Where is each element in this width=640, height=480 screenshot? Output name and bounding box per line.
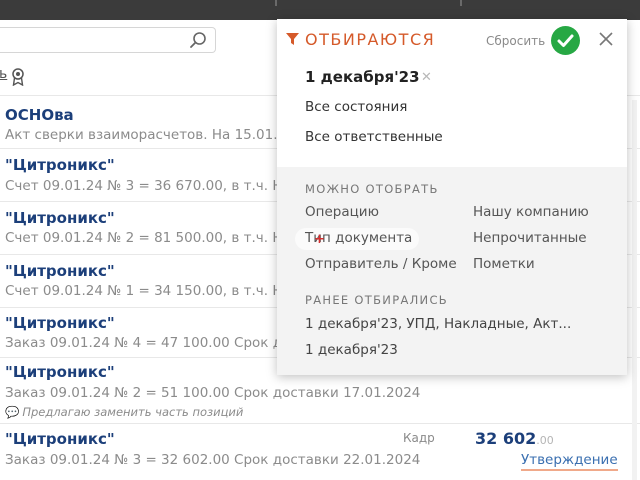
responsible-filter-option[interactable]: Все ответственные	[305, 129, 443, 145]
filter-icon	[286, 33, 299, 45]
document-comment: 💬 Предлагаю заменить часть позиций	[5, 405, 243, 419]
filter-link-marks[interactable]: Пометки	[473, 256, 535, 272]
remove-date-icon[interactable]: ✕	[421, 70, 432, 85]
filter-panel-title: ОТБИРАЮТСЯ	[305, 30, 436, 49]
can-filter-heading: МОЖНО ОТОБРАТЬ	[305, 182, 439, 196]
document-title: "Цитроникс"	[5, 430, 115, 448]
document-description: Акт сверки взаиморасчетов. На 15.01.20	[5, 127, 295, 143]
comment-text: Предлагаю заменить часть позиций	[22, 405, 244, 419]
status-badge[interactable]: Утверждение	[521, 452, 618, 471]
document-title: "Цитроникс"	[5, 209, 115, 227]
document-description: Счет 09.01.24 № 3 = 36 670.00, в т.ч. НД…	[5, 178, 303, 194]
state-filter-option[interactable]: Все состояния	[305, 99, 407, 115]
filter-link-operation[interactable]: Операцию	[305, 204, 379, 220]
comment-icon: 💬	[5, 405, 20, 419]
amount-cents: .00	[536, 434, 554, 447]
top-bar-divider	[275, 0, 277, 6]
document-title: "Цитроникс"	[5, 262, 115, 280]
filter-panel: ОТБИРАЮТСЯ Сбросить 1 декабря'23 ✕ Все с…	[277, 19, 627, 375]
filter-link-our-company[interactable]: Нашу компанию	[473, 204, 589, 220]
document-description: Заказ 09.01.24 № 2 = 51 100.00 Срок дост…	[5, 385, 421, 401]
reset-button[interactable]: Сбросить	[486, 34, 545, 48]
close-icon[interactable]	[599, 32, 613, 46]
document-description: Заказ 09.01.24 № 4 = 47 100.00 Срок дост…	[5, 335, 322, 351]
checkmark-icon	[557, 34, 574, 47]
medal-icon[interactable]	[11, 68, 25, 86]
mouse-cursor-icon: +	[314, 232, 325, 247]
document-amount: 32 602.00	[475, 429, 554, 448]
history-heading: РАНЕЕ ОТБИРАЛИСЬ	[305, 293, 448, 307]
ruble-filter-icon[interactable]: ь	[0, 66, 7, 82]
apply-button[interactable]	[551, 26, 580, 55]
document-description: Счет 09.01.24 № 2 = 81 500.00, в т.ч. НД…	[5, 230, 303, 246]
top-bar	[0, 0, 640, 20]
filter-link-unread[interactable]: Непрочитанные	[473, 230, 587, 246]
document-title: "Цитроникс"	[5, 156, 115, 174]
document-description: Счет 09.01.24 № 1 = 34 150.00, в т.ч. НД…	[5, 283, 303, 299]
document-description: Заказ 09.01.24 № 3 = 32 602.00 Срок дост…	[5, 452, 421, 468]
history-item[interactable]: 1 декабря'23, УПД, Накладные, Акт...	[305, 316, 571, 332]
document-title: ОСНОва	[5, 106, 74, 124]
search-input[interactable]	[0, 27, 216, 53]
top-bar-divider	[460, 0, 462, 6]
document-title: "Цитроникс"	[5, 363, 115, 381]
document-title: "Цитроникс"	[5, 314, 115, 332]
history-item[interactable]: 1 декабря'23	[305, 342, 398, 358]
search-icon[interactable]	[189, 31, 207, 49]
selected-date-filter[interactable]: 1 декабря'23	[305, 68, 420, 86]
department-label: Кадр	[403, 431, 435, 445]
filter-link-sender[interactable]: Отправитель / Кроме	[305, 256, 457, 272]
amount-value: 32 602	[475, 429, 537, 448]
scrollbar[interactable]	[632, 100, 637, 480]
